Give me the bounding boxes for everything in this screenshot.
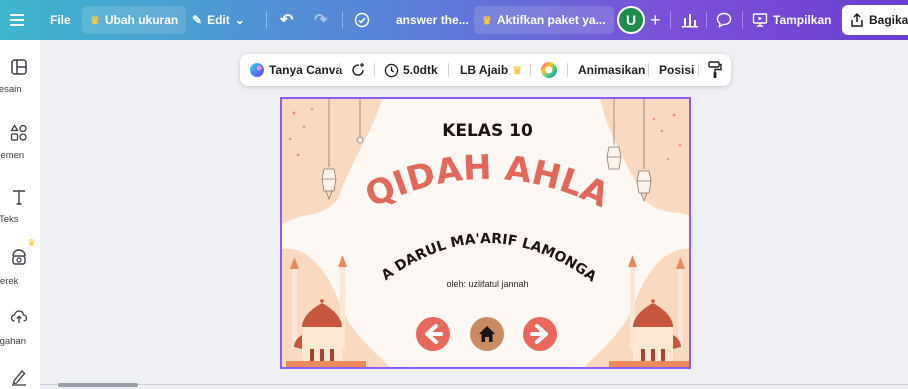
edit-menu[interactable]: ✎ Edit ⌄ (192, 0, 245, 40)
divider (706, 11, 707, 29)
present-button[interactable]: Tampilkan (752, 0, 831, 40)
sidebar-item-label: Merek (0, 276, 19, 287)
edit-label: Edit (207, 13, 230, 27)
share-button[interactable]: Bagikan (842, 5, 908, 35)
divider (648, 63, 649, 77)
divider (266, 11, 267, 29)
elements-icon (10, 124, 27, 141)
resize-button[interactable]: ♛ Ubah ukuran (82, 6, 187, 34)
duration-button[interactable]: 5.0dtk (384, 54, 438, 86)
divider (530, 63, 531, 77)
document-title-text: answer the... (396, 13, 469, 27)
arrow-right-icon (530, 324, 548, 344)
crown-icon: ♛ (90, 14, 100, 27)
brand-icon (12, 249, 26, 265)
divider (448, 63, 449, 77)
file-menu[interactable]: File (50, 0, 71, 40)
canva-assistant-icon (250, 63, 264, 77)
avatar-letter: U (625, 12, 637, 28)
font-button[interactable]: LB Ajaib ♛ (460, 54, 522, 86)
arrow-left-icon (425, 324, 443, 344)
element-toolbar: Tanya Canva 5.0dtk LB Ajaib ♛ Animasikan… (240, 54, 731, 86)
draw-icon (12, 370, 26, 386)
text-icon (13, 190, 25, 205)
copy-style-button[interactable] (708, 54, 722, 86)
crown-icon: ♛ (27, 238, 36, 249)
refresh-sparkle-icon (352, 63, 364, 76)
document-title[interactable]: answer the... (396, 0, 469, 40)
upload-icon (10, 310, 28, 323)
pencil-icon: ✎ (192, 13, 203, 27)
sidebar-item-text[interactable]: Teks (0, 188, 40, 238)
replace-button[interactable] (350, 54, 366, 86)
divider (742, 11, 743, 29)
present-label: Tampilkan (773, 13, 832, 27)
paint-roller-icon (708, 61, 722, 78)
position-button[interactable]: Posisi (659, 54, 694, 86)
divider (342, 11, 343, 29)
font-name: LB Ajaib (460, 63, 509, 77)
class-label: KELAS 10 (442, 121, 533, 141)
prev-slide-button[interactable] (416, 317, 450, 351)
ask-canva-button[interactable]: Tanya Canva (249, 54, 342, 86)
comment-icon[interactable] (716, 0, 732, 40)
save-status-icon[interactable] (354, 0, 370, 40)
ask-canva-label: Tanya Canva (269, 63, 343, 77)
animate-label: Animasikan (578, 63, 646, 77)
timeline-divider (40, 384, 908, 385)
peach-blob-top-left (282, 99, 382, 225)
avatar[interactable]: U (617, 6, 645, 34)
sidebar-item-elements[interactable]: Elemen (0, 124, 40, 174)
activate-plan-button[interactable]: ♛ Aktifkan paket ya... (474, 6, 614, 34)
scrollbar-thumb[interactable] (58, 383, 138, 387)
sidebar-item-label: Elemen (0, 150, 25, 161)
resize-label: Ubah ukuran (104, 13, 179, 27)
insights-icon[interactable] (682, 0, 698, 40)
sidebar-item-uploads[interactable]: nggahan (0, 308, 40, 358)
crown-icon: ♛ (482, 14, 492, 27)
chevron-down-icon: ⌄ (234, 13, 245, 27)
position-label: Posisi (659, 63, 695, 77)
share-icon (851, 13, 863, 27)
divider (567, 63, 568, 77)
share-label: Bagikan (869, 13, 908, 27)
promo-label: Aktifkan paket ya... (496, 13, 606, 27)
crown-icon: ♛ (512, 64, 523, 77)
divider (698, 63, 699, 77)
sidebar-item-label: Teks (0, 214, 19, 225)
divider (670, 11, 671, 29)
sidebar-item-label: Desain (0, 84, 22, 95)
divider (339, 63, 340, 77)
present-icon (752, 13, 768, 27)
sidebar-item-brand[interactable]: ♛ Merek (0, 238, 40, 298)
divider (374, 63, 375, 77)
clock-icon (384, 63, 399, 77)
redo-icon[interactable]: ↷ (314, 0, 327, 40)
sidebar-item-label: nggahan (0, 336, 26, 347)
top-bar: File ♛ Ubah ukuran ✎ Edit ⌄ ↶ ↷ answer t… (0, 0, 908, 40)
next-slide-button[interactable] (523, 317, 557, 351)
color-wheel-icon (541, 62, 557, 78)
sidebar-item-design[interactable]: Desain (0, 58, 40, 108)
home-button[interactable] (470, 317, 504, 351)
left-sidebar: Desain Elemen Teks ♛ Merek nggahan (0, 40, 40, 389)
menu-icon[interactable] (10, 0, 24, 40)
animate-button[interactable]: Animasikan (578, 54, 645, 86)
author-credit: oleh: uzlifatul jannah (446, 279, 529, 289)
home-icon (479, 326, 495, 342)
file-label: File (50, 13, 71, 27)
sidebar-item-draw[interactable] (0, 368, 40, 388)
slide-canvas[interactable]: AQIDAH AHLAK MA DARUL MA'ARIF LAMONGAN K… (280, 97, 691, 369)
layout-icon (11, 59, 27, 75)
color-button[interactable] (540, 54, 558, 86)
duration-label: 5.0dtk (403, 63, 438, 77)
add-collaborator-icon[interactable]: + (650, 0, 661, 40)
undo-icon[interactable]: ↶ (280, 0, 293, 40)
